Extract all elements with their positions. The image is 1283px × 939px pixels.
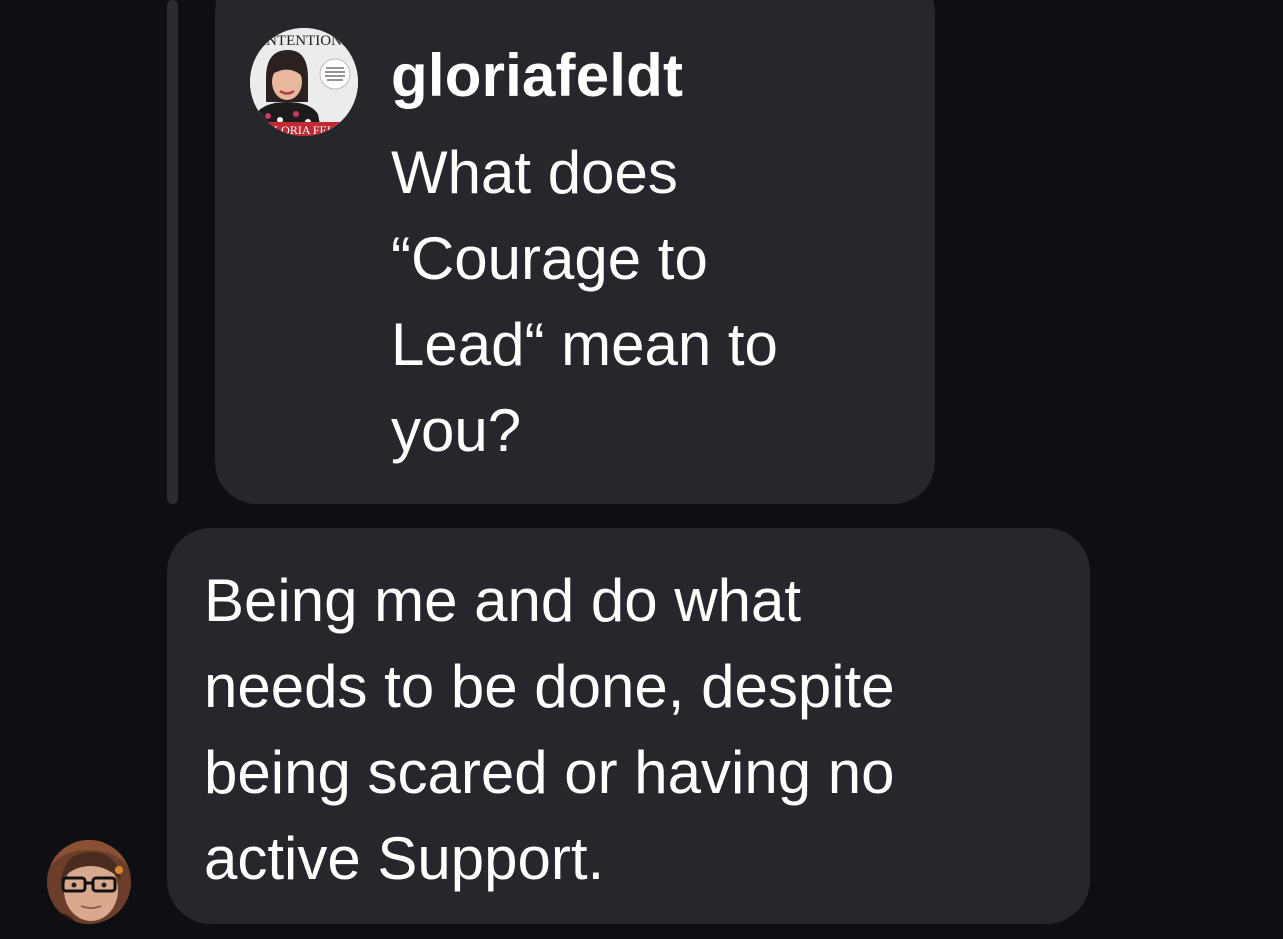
magazine-cover-avatar-icon: INTENTIONI GLORIA FELD — [250, 28, 358, 136]
user-avatar-icon — [47, 840, 131, 924]
avatar-badge-text: INTENTIONI — [261, 33, 347, 49]
message-thread: INTENTIONI GLORIA FELD gloriafeldt What … — [0, 0, 1283, 939]
quoted-message-text: What does “Courage to Lead“ mean to you? — [391, 139, 778, 464]
avatar-footer-text: GLORIA FELD — [265, 123, 343, 136]
sender-avatar[interactable] — [47, 840, 131, 924]
reply-message-bubble[interactable]: Being me and do what needs to be done, d… — [167, 528, 1090, 924]
quoted-reply-indicator-bar — [167, 0, 178, 504]
quoted-author-avatar[interactable]: INTENTIONI GLORIA FELD — [250, 28, 358, 136]
quoted-message-bubble[interactable]: INTENTIONI GLORIA FELD gloriafeldt What … — [215, 0, 935, 504]
reply-message-text: Being me and do what needs to be done, d… — [204, 567, 895, 892]
quoted-author-username[interactable]: gloriafeldt — [391, 40, 683, 112]
